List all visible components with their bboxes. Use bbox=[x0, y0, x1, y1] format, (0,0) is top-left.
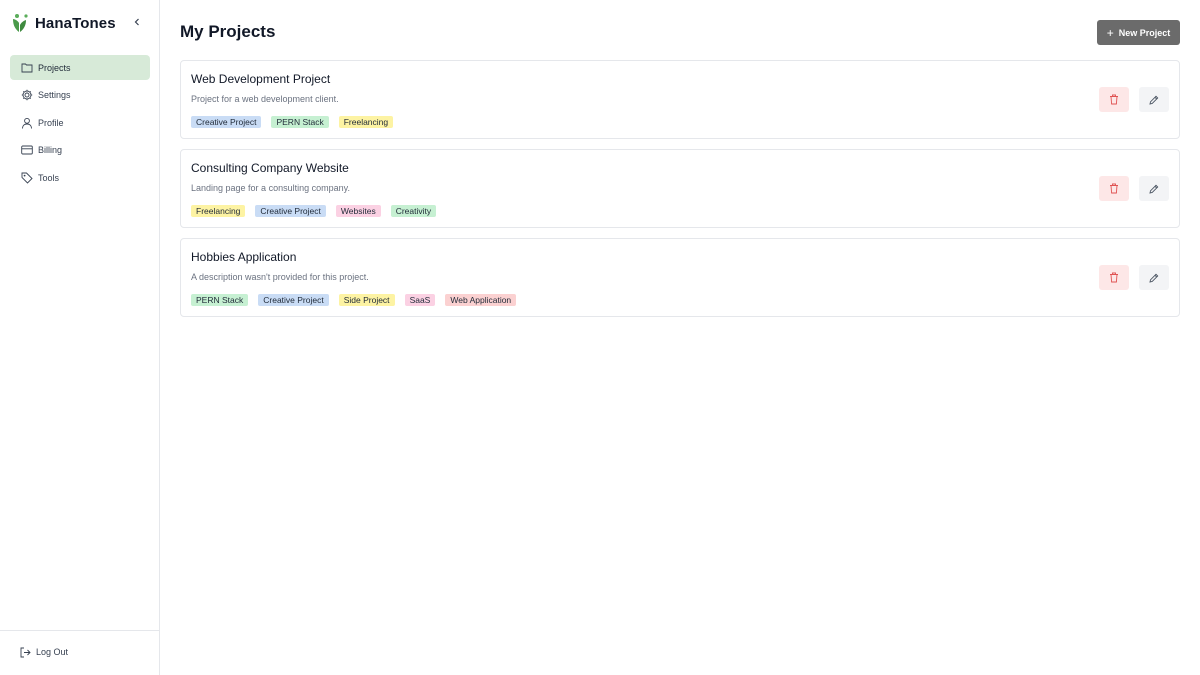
trash-icon bbox=[1110, 183, 1118, 194]
brand[interactable]: HanaTones bbox=[12, 12, 116, 34]
project-tags: Freelancing Creative Project Websites Cr… bbox=[191, 205, 446, 217]
delete-project-button[interactable] bbox=[1099, 176, 1129, 201]
user-icon bbox=[20, 116, 33, 129]
pencil-icon bbox=[1149, 95, 1159, 105]
project-tag: SaaS bbox=[404, 294, 436, 306]
edit-project-button[interactable] bbox=[1139, 176, 1169, 201]
trash-icon bbox=[1110, 272, 1118, 283]
project-description: Landing page for a consulting company. bbox=[191, 183, 350, 193]
edit-project-button[interactable] bbox=[1139, 265, 1169, 290]
project-actions bbox=[1099, 176, 1169, 201]
folder-icon bbox=[20, 61, 33, 74]
project-description: Project for a web development client. bbox=[191, 94, 339, 104]
sidebar-item-label: Settings bbox=[38, 90, 71, 100]
project-tag: PERN Stack bbox=[271, 116, 329, 128]
project-tag: Creative Project bbox=[191, 116, 262, 128]
main-content: My Projects + New Project Web Developmen… bbox=[160, 0, 1200, 675]
project-list: Web Development Project Project for a we… bbox=[180, 60, 1180, 327]
project-title: Hobbies Application bbox=[191, 250, 297, 264]
sidebar-nav: Projects Settings Profile Billing Tools bbox=[10, 55, 150, 193]
chevron-left-icon bbox=[134, 18, 139, 26]
project-tag: PERN Stack bbox=[191, 294, 249, 306]
project-tag: Freelancing bbox=[191, 205, 246, 217]
project-card[interactable]: Hobbies Application A description wasn't… bbox=[180, 238, 1180, 317]
project-actions bbox=[1099, 265, 1169, 290]
sidebar-item-label: Profile bbox=[38, 117, 64, 128]
project-tag: Freelancing bbox=[338, 116, 394, 128]
trash-icon bbox=[1110, 94, 1118, 105]
project-tags: Creative Project PERN Stack Freelancing bbox=[191, 116, 403, 128]
brand-name: HanaTones bbox=[35, 14, 116, 32]
tag-icon bbox=[20, 171, 33, 184]
project-card[interactable]: Web Development Project Project for a we… bbox=[180, 60, 1180, 139]
credit-card-icon bbox=[20, 144, 33, 157]
project-actions bbox=[1099, 87, 1169, 112]
pencil-icon bbox=[1149, 184, 1159, 194]
project-title: Web Development Project bbox=[191, 72, 331, 86]
logout-button[interactable]: Log Out bbox=[20, 646, 68, 658]
sidebar-item-tools[interactable]: Tools bbox=[10, 165, 150, 190]
new-project-label: New Project bbox=[1118, 27, 1171, 38]
pencil-icon bbox=[1149, 273, 1159, 283]
project-tag: Creativity bbox=[390, 205, 437, 217]
project-tag: Creative Project bbox=[258, 294, 329, 306]
project-card[interactable]: Consulting Company Website Landing page … bbox=[180, 149, 1180, 228]
sidebar-item-label: Tools bbox=[38, 172, 60, 183]
project-tag: Creative Project bbox=[255, 205, 326, 217]
page-title: My Projects bbox=[180, 22, 276, 41]
sidebar: HanaTones Projects Settings Profile Bill… bbox=[0, 0, 160, 675]
project-tag: Web Application bbox=[445, 294, 517, 306]
delete-project-button[interactable] bbox=[1099, 265, 1129, 290]
sidebar-item-label: Projects bbox=[38, 62, 71, 73]
logout-icon bbox=[20, 646, 32, 658]
delete-project-button[interactable] bbox=[1099, 87, 1129, 112]
sidebar-item-label: Billing bbox=[38, 145, 63, 155]
logout-label: Log Out bbox=[36, 647, 69, 657]
project-title: Consulting Company Website bbox=[191, 161, 349, 175]
sidebar-item-projects[interactable]: Projects bbox=[10, 55, 150, 80]
leaf-logo-icon bbox=[13, 14, 28, 32]
project-tag: Websites bbox=[335, 205, 381, 217]
project-tag: Side Project bbox=[338, 294, 395, 306]
sidebar-item-billing[interactable]: Billing bbox=[10, 138, 150, 163]
edit-project-button[interactable] bbox=[1139, 87, 1169, 112]
plus-icon: + bbox=[1106, 25, 1114, 40]
gear-icon bbox=[20, 89, 33, 102]
new-project-button[interactable]: + New Project bbox=[1097, 20, 1180, 45]
sidebar-footer: Log Out bbox=[0, 630, 159, 675]
project-description: A description wasn't provided for this p… bbox=[191, 272, 369, 282]
sidebar-item-settings[interactable]: Settings bbox=[10, 83, 150, 108]
sidebar-item-profile[interactable]: Profile bbox=[10, 110, 150, 135]
project-tags: PERN Stack Creative Project Side Project… bbox=[191, 294, 526, 306]
collapse-sidebar-button[interactable] bbox=[129, 14, 145, 30]
